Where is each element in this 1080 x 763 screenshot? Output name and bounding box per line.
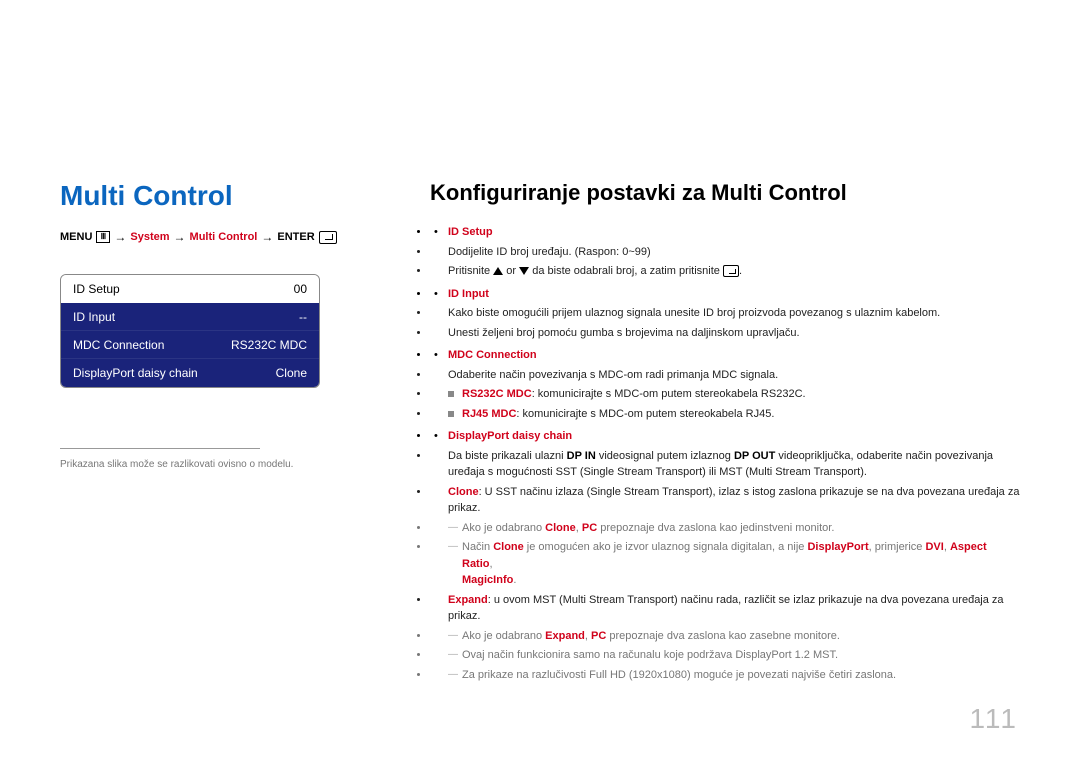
text-line: Da biste prikazali ulazni DP IN videosig… (430, 448, 1020, 481)
bullet-mdc: MDC Connection (430, 347, 1020, 364)
menu-label: DisplayPort daisy chain (73, 366, 198, 380)
breadcrumb-menu: MENU (60, 231, 92, 243)
content-list: ID Setup Dodijelite ID broj uređaju. (Ra… (430, 224, 1020, 683)
note-line: Za prikaze na razlučivosti Full HD (1920… (430, 667, 1020, 684)
triangle-down-icon (519, 267, 529, 275)
breadcrumb-enter: ENTER (277, 231, 314, 243)
text-line: Expand: u ovom MST (Multi Stream Transpo… (430, 592, 1020, 625)
bullet-dp: DisplayPort daisy chain (430, 428, 1020, 445)
page-heading: Multi Control (60, 180, 380, 212)
bullet-idsetup: ID Setup (430, 224, 1020, 241)
enter-icon (319, 231, 337, 244)
page-number: 111 (969, 703, 1018, 735)
menu-row-idsetup[interactable]: ID Setup 00 (61, 275, 319, 303)
text-line: Clone: U SST načinu izlaza (Single Strea… (430, 484, 1020, 517)
text-line: RS232C MDC: komunicirajte s MDC-om putem… (430, 386, 1020, 403)
arrow-icon: → (114, 230, 126, 244)
menu-value: Clone (276, 366, 307, 380)
menu-value: 00 (294, 282, 307, 296)
arrow-icon: → (261, 230, 273, 244)
text-line: Odaberite način povezivanja s MDC-om rad… (430, 367, 1020, 384)
menu-label: ID Setup (73, 282, 120, 296)
text-line: Pritisnite or da biste odabrali broj, a … (430, 263, 1020, 280)
bullet-idinput: ID Input (430, 286, 1020, 303)
text-line: Unesti željeni broj pomoću gumba s broje… (430, 325, 1020, 342)
breadcrumb-multicontrol: Multi Control (190, 231, 258, 243)
menu-row-displayport[interactable]: DisplayPort daisy chain Clone (61, 359, 319, 387)
arrow-icon: → (174, 230, 186, 244)
note-line: Ako je odabrano Expand, PC prepoznaje dv… (430, 628, 1020, 645)
text-line: RJ45 MDC: komunicirajte s MDC-om putem s… (430, 406, 1020, 423)
note-line: Način Clone je omogućen ako je izvor ula… (430, 539, 1020, 589)
menu-value: RS232C MDC (231, 338, 307, 352)
osd-menu-panel: ID Setup 00 ID Input -- MDC Connection R… (60, 274, 320, 388)
footnote-divider (60, 448, 260, 449)
breadcrumb: MENU Ⅲ → System → Multi Control → ENTER (60, 230, 380, 244)
text-line: Dodijelite ID broj uređaju. (Raspon: 0~9… (430, 244, 1020, 261)
enter-icon (723, 265, 739, 277)
text-line: Kako biste omogućili prijem ulaznog sign… (430, 305, 1020, 322)
triangle-up-icon (493, 267, 503, 275)
note-line: Ovaj način funkcionira samo na računalu … (430, 647, 1020, 664)
footnote: Prikazana slika može se razlikovati ovis… (60, 459, 380, 470)
note-line: Ako je odabrano Clone, PC prepoznaje dva… (430, 520, 1020, 537)
menu-value: -- (299, 310, 307, 324)
menu-label: ID Input (73, 310, 115, 324)
menu-row-mdc[interactable]: MDC Connection RS232C MDC (61, 331, 319, 359)
section-title: Konfiguriranje postavki za Multi Control (430, 180, 1020, 206)
menu-label: MDC Connection (73, 338, 164, 352)
breadcrumb-system: System (130, 231, 169, 243)
menu-icon: Ⅲ (96, 231, 110, 243)
menu-row-idinput[interactable]: ID Input -- (61, 303, 319, 331)
